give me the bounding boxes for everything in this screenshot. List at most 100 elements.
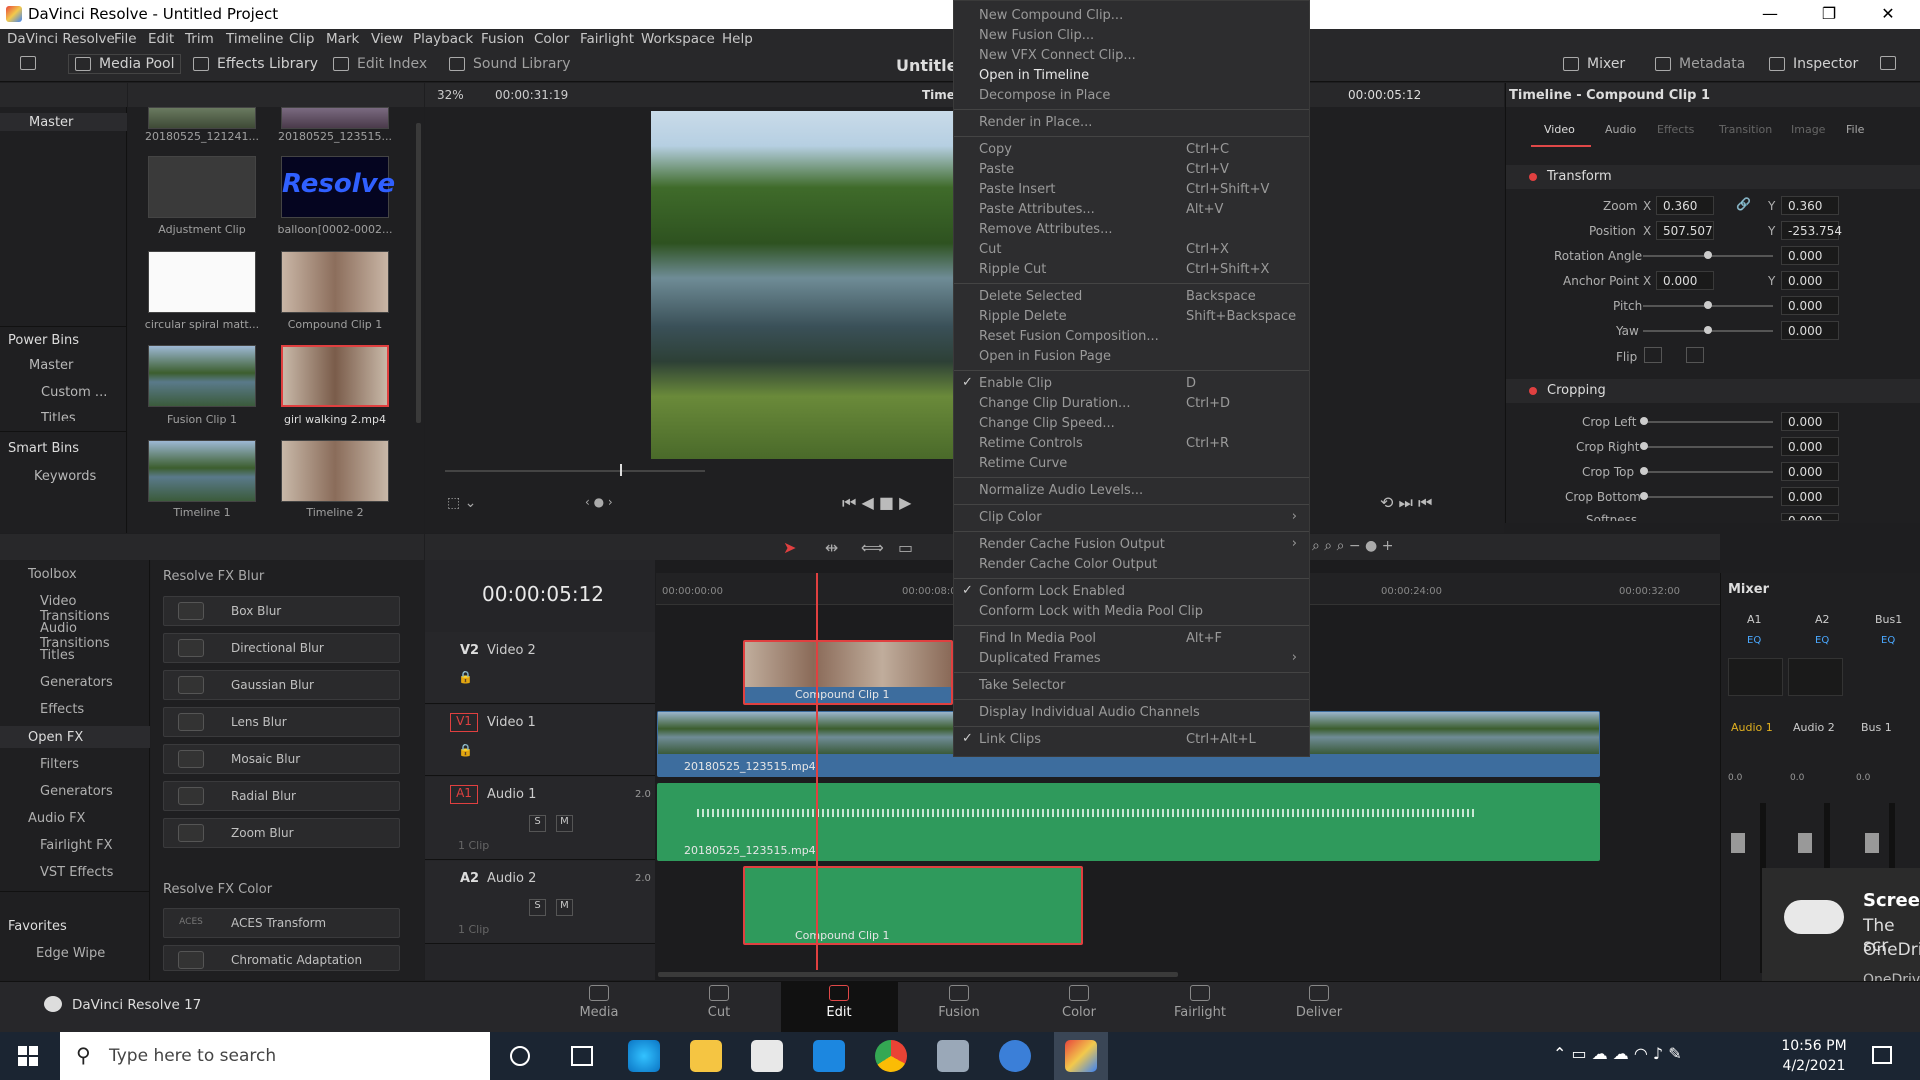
cortana-icon[interactable] xyxy=(510,1046,530,1066)
flip-horizontal-icon[interactable] xyxy=(1644,347,1662,363)
clip-thumb[interactable] xyxy=(148,107,256,129)
power-bin-titles[interactable]: Titles xyxy=(41,411,76,421)
context-menu-item[interactable]: Duplicated Frames › xyxy=(954,649,1309,669)
context-menu-item[interactable]: Ripple Cut Ctrl+Shift+X xyxy=(954,260,1309,280)
menu-playback[interactable]: Playback xyxy=(413,31,473,47)
clock-date[interactable]: 4/2/2021 xyxy=(1774,1058,1854,1074)
fx-item[interactable]: Chromatic Adaptation xyxy=(163,945,400,971)
crop-bottom-field[interactable]: 0.000 xyxy=(1781,487,1839,506)
anchor-x-field[interactable]: 0.000 xyxy=(1656,271,1714,290)
solo-button[interactable]: S xyxy=(529,815,546,832)
color-group-header[interactable]: Resolve FX Color xyxy=(163,882,272,897)
menu-view[interactable]: View xyxy=(371,31,403,47)
trim-tool-icon[interactable]: ⇹ xyxy=(825,538,838,557)
bin-master[interactable]: Master xyxy=(29,115,73,130)
tree-generators[interactable]: Generators xyxy=(40,675,113,690)
mail-icon[interactable] xyxy=(813,1040,845,1072)
pan-control[interactable] xyxy=(1728,658,1783,696)
v2-compound-clip[interactable]: Compound Clip 1 xyxy=(743,640,953,705)
page-fusion[interactable]: Fusion xyxy=(904,985,1014,1020)
tab-effects[interactable]: Effects xyxy=(1657,123,1694,136)
expand-icon[interactable] xyxy=(1880,56,1896,70)
clip-thumb-fusion[interactable] xyxy=(148,345,256,407)
context-menu-item[interactable]: Paste Insert Ctrl+Shift+V xyxy=(954,180,1309,200)
context-menu-item[interactable]: Remove Attributes... xyxy=(954,220,1309,240)
context-menu-item[interactable]: Retime Controls Ctrl+R xyxy=(954,434,1309,454)
position-y-field[interactable]: -253.754 xyxy=(1781,221,1842,240)
blur-group-header[interactable]: Resolve FX Blur xyxy=(163,569,264,584)
context-menu-item[interactable]: Retime Curve xyxy=(954,454,1309,474)
fx-item[interactable]: Mosaic Blur xyxy=(163,744,400,774)
mute-button[interactable]: M xyxy=(556,899,573,916)
menu-edit[interactable]: Edit xyxy=(148,31,174,47)
metadata-button[interactable]: Metadata xyxy=(1655,56,1745,72)
media-pool-button[interactable]: Media Pool xyxy=(68,54,182,74)
zoom-y-field[interactable]: 0.360 xyxy=(1781,196,1839,215)
menu-workspace[interactable]: Workspace xyxy=(641,31,715,47)
mixer-button[interactable]: Mixer xyxy=(1563,56,1625,72)
context-menu-item[interactable]: Open in Timeline xyxy=(954,66,1309,86)
tree-effects[interactable]: Effects xyxy=(40,702,84,717)
menu-color[interactable]: Color xyxy=(534,31,569,47)
tree-titles[interactable]: Titles xyxy=(40,648,75,663)
cropping-toggle-icon[interactable] xyxy=(1529,387,1537,395)
context-menu-item[interactable]: Delete Selected Backspace xyxy=(954,287,1309,307)
fader-knob[interactable] xyxy=(1865,833,1879,853)
yaw-field[interactable]: 0.000 xyxy=(1781,321,1839,340)
context-menu-item[interactable]: Decompose in Place xyxy=(954,86,1309,106)
fx-item[interactable]: Zoom Blur xyxy=(163,818,400,848)
pitch-field[interactable]: 0.000 xyxy=(1781,296,1839,315)
crop-right-knob[interactable] xyxy=(1640,442,1648,450)
fx-item[interactable]: Radial Blur xyxy=(163,781,400,811)
clip-thumb-balloon[interactable]: Resolve xyxy=(281,156,395,218)
fader-knob[interactable] xyxy=(1731,833,1745,853)
track-lock-icon[interactable]: 🔒 xyxy=(458,743,473,757)
windows-start-icon[interactable] xyxy=(18,1046,38,1066)
eq-label[interactable]: EQ xyxy=(1747,635,1761,646)
clip-thumb-timeline2[interactable] xyxy=(281,440,389,502)
tab-audio[interactable]: Audio xyxy=(1605,123,1636,136)
context-menu-item[interactable]: ✓ Enable Clip D xyxy=(954,374,1309,394)
minimize-button[interactable]: — xyxy=(1741,0,1799,29)
tree-filters[interactable]: Filters xyxy=(40,757,79,772)
crop-top-knob[interactable] xyxy=(1640,467,1648,475)
context-menu-item[interactable]: Copy Ctrl+C xyxy=(954,140,1309,160)
tree-video-transitions[interactable]: Video Transitions xyxy=(40,594,149,624)
fx-item[interactable]: ACES ACES Transform xyxy=(163,908,400,938)
transform-toggle-icon[interactable] xyxy=(1529,173,1537,181)
close-button[interactable]: ✕ xyxy=(1859,0,1917,29)
context-menu-item[interactable]: Find In Media Pool Alt+F xyxy=(954,629,1309,649)
fx-item[interactable]: Directional Blur xyxy=(163,633,400,663)
tree-vst-effects[interactable]: VST Effects xyxy=(40,865,113,880)
power-bin-custom[interactable]: Custom ... xyxy=(41,385,107,400)
media-pool-scrollbar[interactable] xyxy=(416,123,421,423)
track-header-v1[interactable]: V1 Video 1 🔒 xyxy=(425,705,655,776)
flip-vertical-icon[interactable] xyxy=(1686,347,1704,363)
taskbar-search[interactable]: ⚲ Type here to search xyxy=(60,1032,490,1080)
menu-file[interactable]: File xyxy=(114,31,137,47)
track-id[interactable]: A1 xyxy=(450,785,478,804)
menu-trim[interactable]: Trim xyxy=(185,31,214,47)
clip-thumb-timeline1[interactable] xyxy=(148,440,256,502)
rotation-knob[interactable] xyxy=(1704,251,1712,259)
a2-compound-clip[interactable]: Compound Clip 1 xyxy=(743,866,1083,945)
position-x-field[interactable]: 507.507 xyxy=(1656,221,1714,240)
context-menu-item[interactable]: Render in Place... xyxy=(954,113,1309,133)
clock-time[interactable]: 10:56 PM xyxy=(1774,1038,1854,1054)
timeline-playhead[interactable] xyxy=(816,573,818,970)
menu-fusion[interactable]: Fusion xyxy=(481,31,524,47)
menu-timeline[interactable]: Timeline xyxy=(226,31,283,47)
context-menu-item[interactable]: Ripple Delete Shift+Backspace xyxy=(954,307,1309,327)
context-menu-item[interactable]: Paste Ctrl+V xyxy=(954,160,1309,180)
context-menu-item[interactable]: ✓ Conform Lock Enabled xyxy=(954,582,1309,602)
page-edit[interactable]: Edit xyxy=(784,985,894,1020)
menu-clip[interactable]: Clip xyxy=(289,31,315,47)
tab-transition[interactable]: Transition xyxy=(1719,123,1772,136)
softness-field[interactable]: 0.000 xyxy=(1781,513,1839,521)
app-icon[interactable] xyxy=(937,1040,969,1072)
pan-control[interactable] xyxy=(1788,658,1843,696)
context-menu-item[interactable]: Change Clip Speed... xyxy=(954,414,1309,434)
fader-knob[interactable] xyxy=(1798,833,1812,853)
task-view-icon[interactable] xyxy=(571,1046,593,1066)
context-menu-item[interactable]: Reset Fusion Composition... xyxy=(954,327,1309,347)
